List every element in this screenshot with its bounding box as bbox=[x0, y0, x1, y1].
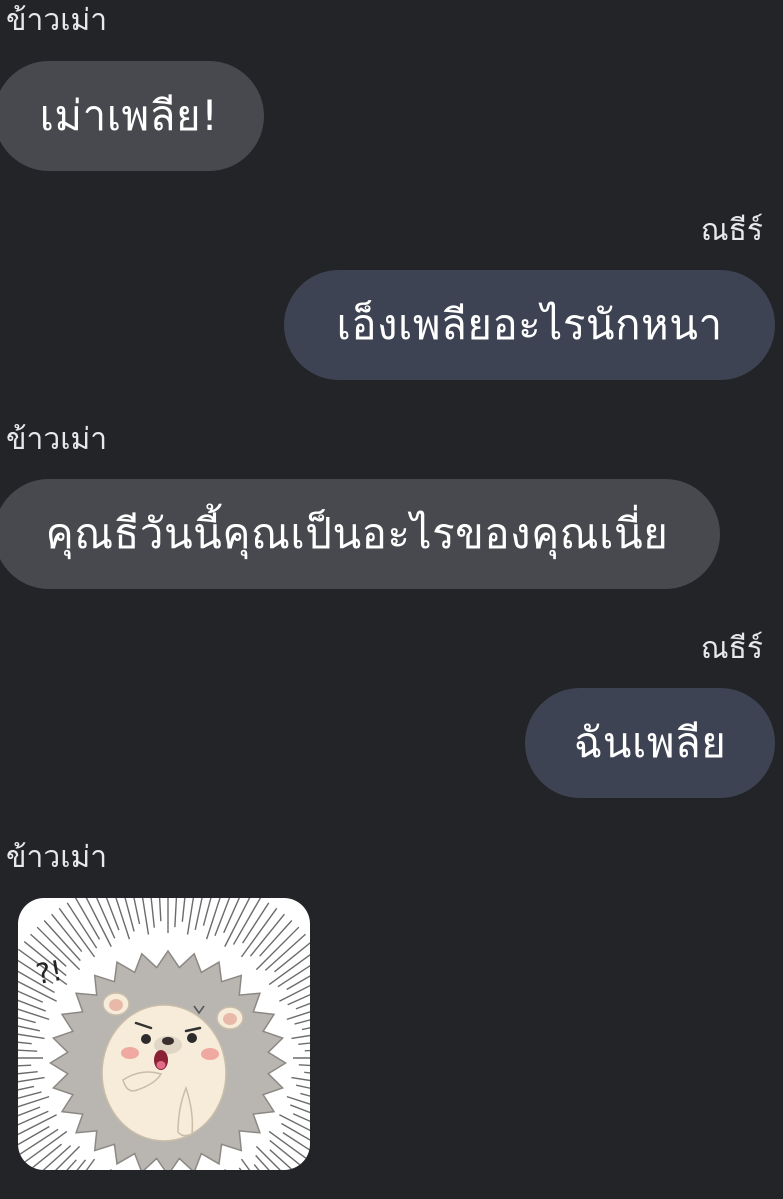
sender-name: ณธีร์ bbox=[700, 213, 763, 248]
sender-name: ข้าวเม่า bbox=[6, 840, 108, 875]
hedgehog-illustration bbox=[18, 898, 310, 1170]
sender-name: ข้าวเม่า bbox=[6, 422, 108, 457]
message-bubble-outgoing[interactable]: เอ็งเพลียอะไรนักหนา bbox=[284, 270, 775, 380]
sender-name: ณธีร์ bbox=[700, 631, 763, 666]
sticker-question-exclaim-text: ?! bbox=[33, 953, 65, 992]
message-bubble-incoming[interactable]: เม่าเพลีย! bbox=[0, 61, 264, 171]
message-bubble-incoming[interactable]: คุณธีวันนี้คุณเป็นอะไรของคุณเนี่ย bbox=[0, 479, 720, 589]
sender-name: ข้าวเม่า bbox=[6, 3, 108, 38]
message-bubble-outgoing[interactable]: ฉันเพลีย bbox=[525, 688, 775, 798]
hedgehog-sticker[interactable]: ?! bbox=[18, 898, 310, 1170]
